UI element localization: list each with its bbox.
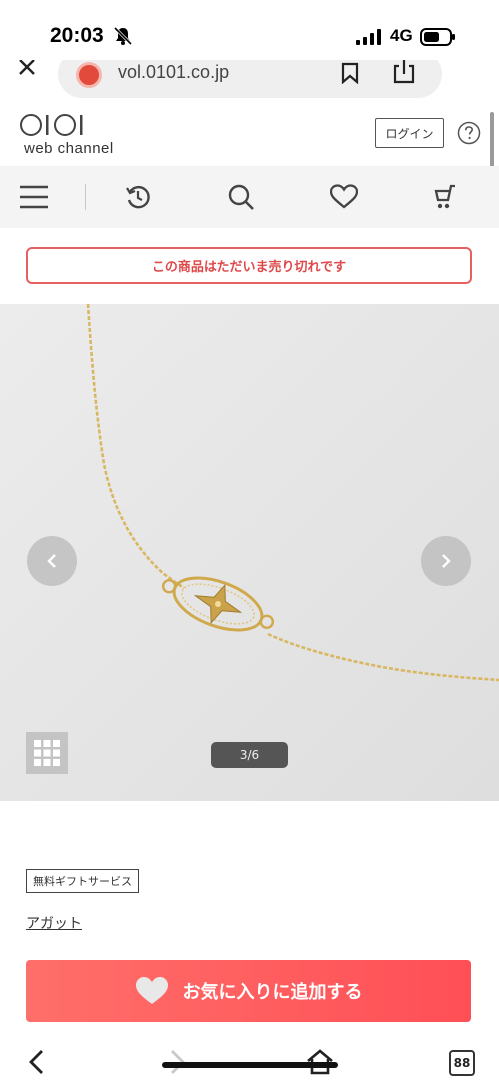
nav-bar xyxy=(0,166,499,228)
network-type: 4G xyxy=(390,26,413,45)
battery-icon xyxy=(420,28,455,46)
cart-icon[interactable] xyxy=(430,180,464,214)
brand-link[interactable]: アガット xyxy=(26,913,82,933)
url-bar[interactable]: vol.0101.co.jp xyxy=(58,60,442,98)
grid-icon xyxy=(34,740,60,766)
heart-icon xyxy=(135,977,168,1004)
browser-url-area: vol.0101.co.jp xyxy=(0,60,499,104)
logo-subtitle: web channel xyxy=(24,140,114,157)
sold-out-notice: この商品はただいま売り切れです xyxy=(26,247,472,284)
close-tab-icon[interactable] xyxy=(16,60,40,84)
bookmark-icon[interactable] xyxy=(340,62,360,84)
back-icon[interactable] xyxy=(26,1048,48,1076)
share-icon[interactable] xyxy=(392,60,416,84)
next-image-button[interactable] xyxy=(421,536,471,586)
site-favicon-icon xyxy=(76,62,102,88)
prev-image-button[interactable] xyxy=(27,536,77,586)
chevron-right-icon xyxy=(442,554,451,568)
status-bar: 20:03 4G xyxy=(0,0,499,60)
search-icon[interactable] xyxy=(224,180,258,214)
tabs-count-button[interactable]: 88 xyxy=(449,1050,475,1076)
add-favorite-label: お気に入りに追加する xyxy=(182,982,363,1003)
product-image-gallery[interactable]: 3/6 xyxy=(0,304,499,801)
menu-icon[interactable] xyxy=(17,180,51,214)
history-icon[interactable] xyxy=(121,180,155,214)
gift-service-tag: 無料ギフトサービス xyxy=(26,869,139,893)
heart-icon[interactable] xyxy=(327,180,361,214)
site-header: web channel ログイン xyxy=(0,104,499,166)
chevron-left-icon xyxy=(47,554,56,568)
status-time: 20:03 xyxy=(50,24,104,47)
marui-logo[interactable] xyxy=(20,112,100,138)
login-button[interactable]: ログイン xyxy=(375,118,444,148)
browser-bottom-bar: 88 xyxy=(0,1032,499,1080)
add-favorite-button[interactable]: お気に入りに追加する xyxy=(26,960,471,1022)
bell-muted-icon xyxy=(113,26,133,46)
signal-icon xyxy=(356,29,381,45)
nav-divider xyxy=(85,184,86,210)
help-icon[interactable] xyxy=(457,121,481,145)
home-indicator xyxy=(162,1062,338,1068)
image-counter: 3/6 xyxy=(211,742,288,768)
thumbnail-grid-button[interactable] xyxy=(26,732,68,774)
url-text[interactable]: vol.0101.co.jp xyxy=(118,62,229,83)
